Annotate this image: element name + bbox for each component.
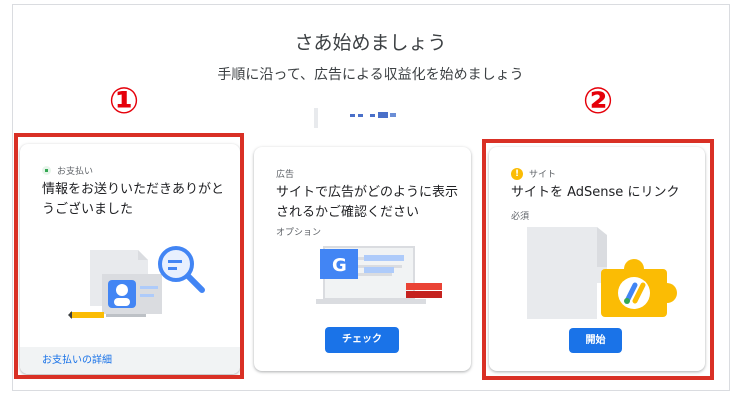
check-button[interactable]: チェック [325,327,399,353]
ads-card-label: 広告 [276,170,295,180]
page-title: さあ始めましょう [294,32,447,54]
annotation-number-1: ① [108,81,140,122]
annotation-number-2: ② [582,81,614,122]
ads-illustration: G [316,246,442,304]
ads-optional-note: オプション [276,228,322,238]
ads-card-title: サイトで広告がどのように表示 されるかご確認ください [276,185,459,220]
ads-preview-card: 広告 サイトで広告がどのように表示 されるかご確認ください オプション G チェ… [254,147,471,371]
publisher-id-redacted [310,108,406,128]
svg-text:G: G [332,255,347,276]
highlight-box-2 [482,139,714,380]
highlight-box-1 [14,133,244,379]
